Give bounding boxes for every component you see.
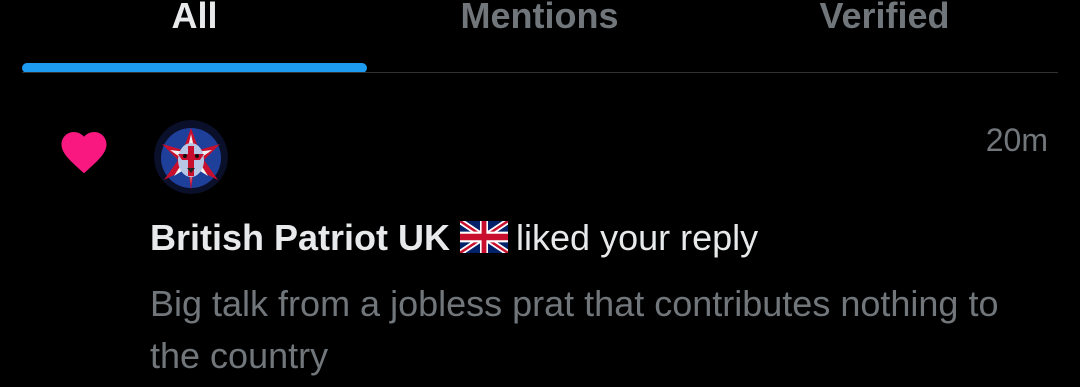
like-notification[interactable]: 20m British Patriot UK liked your reply … (0, 74, 1080, 387)
notifications-tabbar: All Mentions Verified (0, 0, 1080, 74)
tab-all[interactable]: All (22, 0, 367, 46)
reply-excerpt: Big talk from a jobless prat that contri… (150, 283, 999, 376)
notification-headline: British Patriot UK liked your reply (150, 216, 758, 260)
avatar[interactable] (154, 120, 228, 194)
notifications-page: All Mentions Verified 20m British Patrio… (0, 0, 1080, 387)
uk-flag-icon (460, 221, 509, 253)
tab-verified[interactable]: Verified (712, 0, 1057, 46)
notification-timestamp: 20m (985, 122, 1048, 158)
notification-action: liked your reply (516, 217, 759, 258)
tabbar-divider (22, 72, 1058, 73)
heart-icon (61, 132, 107, 174)
union-jack-lion-avatar-icon (154, 120, 228, 194)
liker-user-name[interactable]: British Patriot UK (150, 217, 450, 258)
tab-mentions[interactable]: Mentions (367, 0, 712, 46)
